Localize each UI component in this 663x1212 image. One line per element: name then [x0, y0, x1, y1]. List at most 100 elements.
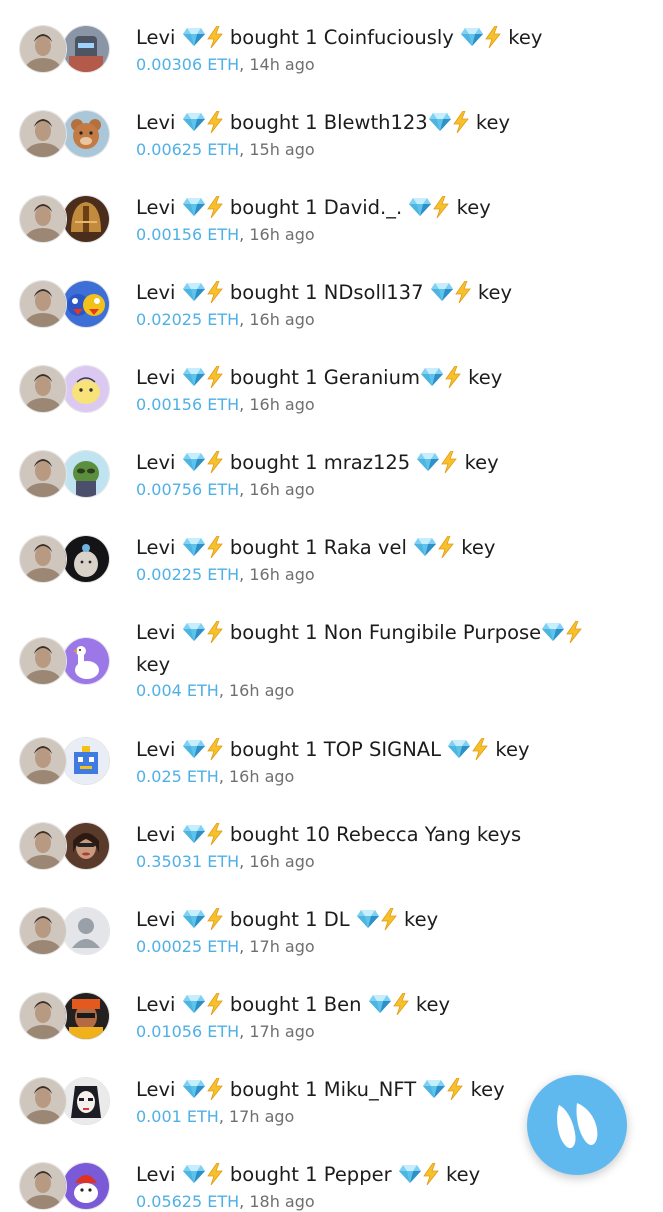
subject-name[interactable]: Rebecca Yang keys — [336, 823, 521, 846]
trader-name[interactable]: Levi — [136, 1078, 175, 1101]
trader-avatar[interactable] — [19, 365, 67, 413]
high-voltage-icon — [206, 1078, 224, 1100]
avatar-pair — [19, 25, 111, 73]
subject-avatar[interactable] — [62, 1162, 110, 1210]
floating-action-button[interactable] — [527, 1075, 627, 1175]
subject-avatar[interactable] — [62, 450, 110, 498]
high-voltage-icon — [440, 451, 458, 473]
trader-name[interactable]: Levi — [136, 993, 175, 1016]
gem-stone-icon — [182, 824, 206, 844]
time-ago: , 16h ago — [239, 565, 315, 584]
eth-amount: 0.00306 ETH — [136, 55, 240, 74]
trader-avatar[interactable] — [19, 822, 67, 870]
gem-stone-icon — [182, 282, 206, 302]
subject-avatar[interactable] — [62, 365, 110, 413]
subject-name[interactable]: TOP SIGNAL — [324, 738, 441, 761]
eth-amount: 0.001 ETH — [136, 1107, 219, 1126]
subject-name[interactable]: NDsoll137 — [324, 281, 424, 304]
trader-avatar[interactable] — [19, 450, 67, 498]
trade-verb: bought 1 — [229, 908, 318, 931]
subject-avatar[interactable] — [62, 280, 110, 328]
subject-avatar[interactable] — [62, 822, 110, 870]
trader-avatar[interactable] — [19, 535, 67, 583]
key-word: key — [475, 111, 511, 134]
trader-avatar[interactable] — [19, 1162, 67, 1210]
subject-name[interactable]: Geranium — [324, 366, 420, 389]
trader-name[interactable]: Levi — [136, 366, 175, 389]
high-voltage-icon — [206, 993, 224, 1015]
trader-name[interactable]: Levi — [136, 281, 175, 304]
high-voltage-icon — [392, 993, 410, 1015]
subject-name[interactable]: Miku_NFT — [324, 1078, 416, 1101]
trade-description: Levi bought 1 Geranium key — [136, 362, 626, 394]
trader-name[interactable]: Levi — [136, 536, 175, 559]
trader-name[interactable]: Levi — [136, 196, 175, 219]
gem-stone-icon — [541, 622, 565, 642]
gem-stone-icon — [182, 112, 206, 132]
high-voltage-icon — [206, 908, 224, 930]
avatar-pair — [19, 1162, 111, 1210]
subject-name[interactable]: David._. — [324, 196, 402, 219]
trader-name[interactable]: Levi — [136, 621, 175, 644]
subject-name[interactable]: Non Fungibile Purpose — [324, 621, 541, 644]
trader-avatar[interactable] — [19, 992, 67, 1040]
trader-avatar[interactable] — [19, 25, 67, 73]
time-ago: , 16h ago — [239, 480, 315, 499]
high-voltage-icon — [380, 908, 398, 930]
high-voltage-icon — [206, 451, 224, 473]
trader-name[interactable]: Levi — [136, 823, 175, 846]
key-word: key — [415, 993, 451, 1016]
subject-avatar[interactable] — [62, 637, 110, 685]
trade-description: Levi bought 1 TOP SIGNAL key — [136, 734, 626, 766]
key-word: key — [470, 1078, 505, 1101]
high-voltage-icon — [206, 823, 224, 845]
trader-name[interactable]: Levi — [136, 26, 175, 49]
high-voltage-icon — [206, 738, 224, 760]
trader-avatar[interactable] — [19, 110, 67, 158]
trader-avatar[interactable] — [19, 907, 67, 955]
subject-avatar[interactable] — [62, 737, 110, 785]
trade-description: Levi bought 1 David._. key — [136, 192, 626, 224]
eth-amount: 0.00156 ETH — [136, 225, 240, 244]
subject-avatar[interactable] — [62, 25, 110, 73]
trader-avatar[interactable] — [19, 195, 67, 243]
trader-avatar[interactable] — [19, 737, 67, 785]
key-word: key — [468, 366, 503, 389]
trader-name[interactable]: Levi — [136, 1163, 175, 1186]
subject-avatar[interactable] — [62, 907, 110, 955]
eth-amount: 0.00225 ETH — [136, 565, 240, 584]
trader-avatar[interactable] — [19, 280, 67, 328]
subject-name[interactable]: Coinfuciously — [324, 26, 454, 49]
trader-name[interactable]: Levi — [136, 111, 175, 134]
subject-avatar[interactable] — [62, 535, 110, 583]
trade-verb: bought 1 — [229, 451, 318, 474]
gem-stone-icon — [182, 1079, 206, 1099]
trader-avatar[interactable] — [19, 1077, 67, 1125]
trader-name[interactable]: Levi — [136, 908, 175, 931]
trader-avatar[interactable] — [19, 637, 67, 685]
subject-name[interactable]: Pepper — [324, 1163, 392, 1186]
trade-meta: 0.00025 ETH, 17h ago — [136, 937, 315, 957]
subject-name[interactable]: Blewth123 — [324, 111, 428, 134]
subject-avatar[interactable] — [62, 195, 110, 243]
subject-name[interactable]: mraz125 — [324, 451, 410, 474]
subject-name[interactable]: DL — [324, 908, 350, 931]
trader-name[interactable]: Levi — [136, 738, 175, 761]
subject-avatar[interactable] — [62, 110, 110, 158]
high-voltage-icon — [437, 536, 455, 558]
trade-verb: bought 1 — [229, 196, 318, 219]
key-word: key — [456, 196, 491, 219]
subject-avatar[interactable] — [62, 1077, 110, 1125]
gem-stone-icon — [182, 994, 206, 1014]
subject-name[interactable]: Ben — [324, 993, 362, 1016]
high-voltage-icon — [206, 366, 224, 388]
high-voltage-icon — [432, 196, 450, 218]
eth-amount: 0.01056 ETH — [136, 1022, 240, 1041]
trade-meta: 0.00156 ETH, 16h ago — [136, 395, 315, 415]
gem-stone-icon — [398, 1164, 422, 1184]
subject-name[interactable]: Raka vel — [324, 536, 407, 559]
subject-avatar[interactable] — [62, 992, 110, 1040]
trader-name[interactable]: Levi — [136, 451, 175, 474]
time-ago: , 16h ago — [239, 852, 315, 871]
trade-meta: 0.02025 ETH, 16h ago — [136, 310, 315, 330]
